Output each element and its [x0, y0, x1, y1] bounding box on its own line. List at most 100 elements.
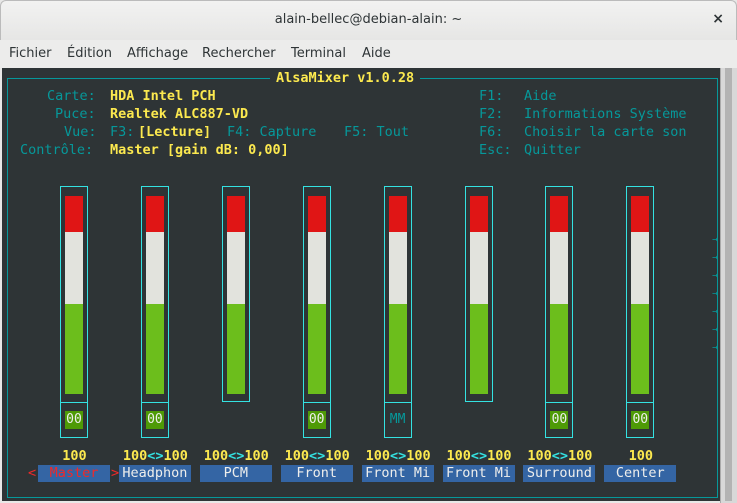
menu-fichier[interactable]: Fichier [9, 46, 52, 61]
channel-fader[interactable]: 00 [626, 186, 655, 438]
level-green-segment [469, 303, 488, 394]
scrollbar[interactable] [720, 68, 737, 503]
left-value: 100 [122, 448, 148, 464]
channel-fader[interactable] [464, 186, 493, 402]
channel-value: 100<>100 [277, 448, 358, 464]
channel-label[interactable]: Surround [523, 465, 596, 482]
left-value: 100 [365, 448, 390, 464]
channel-fader[interactable]: 00 [545, 186, 574, 438]
level-white-segment [307, 232, 326, 304]
channel-value: 100 [628, 448, 653, 464]
level-red-segment [388, 196, 407, 233]
channel-label[interactable]: Center [604, 465, 677, 482]
more-channels-arrow-icon: → [712, 288, 719, 299]
view-lecture[interactable]: [Lecture] [138, 124, 211, 140]
key-f2: F2: [479, 106, 504, 122]
left-value: 100 [203, 448, 229, 464]
channel-value: 100<>100 [519, 448, 600, 464]
carte-value: HDA Intel PCH [110, 88, 216, 104]
close-icon[interactable]: × [712, 11, 724, 27]
mute-toggle[interactable]: 00 [631, 411, 650, 429]
more-channels-arrow-icon: → [712, 342, 719, 353]
mute-toggle[interactable]: 00 [65, 411, 83, 429]
level-red-segment [65, 196, 83, 233]
right-value: 100 [568, 448, 593, 464]
selection-right-marker: > [111, 465, 120, 481]
terminal[interactable]: AlsaMixer v1.0.28 Carte: HDA Intel PCH P… [2, 68, 720, 501]
key-esc: Esc: [479, 142, 512, 158]
more-channels-arrow-icon: → [712, 324, 719, 335]
level-red-segment [631, 196, 650, 233]
channel-value: 100<>100 [358, 448, 439, 464]
level-red-segment [307, 196, 326, 233]
view-tout[interactable]: F5: Tout [344, 124, 409, 140]
view-capture[interactable]: F4: Capture [227, 124, 316, 140]
more-channels-arrow-icon: → [712, 306, 719, 317]
controle-label: Contrôle: [20, 142, 94, 158]
level-white-segment [469, 232, 488, 304]
channel-value: 100<>100 [115, 448, 196, 464]
right-value: 100 [163, 448, 188, 464]
app-title: AlsaMixer v1.0.28 [270, 70, 421, 86]
right-value: 100 [406, 448, 431, 464]
selection-left-marker: < [28, 465, 37, 481]
right-value: 100 [244, 448, 269, 464]
menu-affichage[interactable]: Affichage [127, 46, 188, 61]
fader-divider [545, 402, 574, 403]
level-red-segment [469, 196, 488, 233]
puce-label: Puce: [55, 106, 96, 122]
mute-toggle[interactable]: 00 [307, 411, 326, 429]
stereo-link-icon: <> [309, 448, 326, 464]
level-white-segment [550, 232, 569, 304]
channel-label[interactable]: PCM [199, 465, 272, 482]
f3-key[interactable]: F3: [110, 124, 134, 140]
more-channels-arrow-icon: → [712, 234, 719, 245]
stereo-link-icon: <> [551, 448, 569, 464]
menu-edition[interactable]: Édition [67, 46, 112, 61]
channel-value: 100<>100 [439, 448, 520, 464]
channel-label[interactable]: Headphon [118, 465, 191, 482]
mute-toggle[interactable]: MM [389, 411, 407, 429]
fader-divider [626, 402, 655, 403]
stereo-link-icon: <> [389, 448, 407, 464]
level-white-segment [226, 232, 245, 304]
key-f6-desc: Choisir la carte son [524, 124, 687, 140]
mute-toggle[interactable]: 00 [550, 411, 569, 429]
level-green-segment [550, 303, 569, 394]
channel-label[interactable]: Front Mi [361, 465, 434, 482]
channel-label[interactable]: Front Mi [442, 465, 515, 482]
channel-label[interactable]: Front [280, 465, 353, 482]
level-white-segment [145, 232, 164, 304]
level-red-segment [226, 196, 245, 233]
channel-fader[interactable]: MM [383, 186, 412, 438]
mute-toggle[interactable]: 00 [145, 411, 164, 429]
channel-value: 100<>100 [196, 448, 277, 464]
key-f6: F6: [479, 124, 504, 140]
key-f1-desc: Aide [524, 88, 557, 104]
level-white-segment [388, 232, 407, 304]
channel-fader[interactable] [221, 186, 250, 402]
level-white-segment [65, 232, 83, 304]
fader-divider [140, 402, 169, 403]
key-f2-desc: Informations Système [524, 106, 687, 122]
level-red-segment [550, 196, 569, 233]
stereo-link-icon: <> [147, 448, 164, 464]
key-esc-desc: Quitter [524, 142, 581, 158]
menu-bar: Fichier Édition Affichage Rechercher Ter… [0, 40, 737, 68]
window-title: alain-bellec@debian-alain: ~ [274, 12, 463, 27]
channel-fader[interactable]: 00 [302, 186, 331, 438]
menu-aide[interactable]: Aide [362, 46, 391, 61]
stereo-link-icon: <> [228, 448, 245, 464]
menu-terminal[interactable]: Terminal [291, 46, 346, 61]
channel-fader[interactable]: 00 [60, 186, 88, 438]
level-green-segment [307, 303, 326, 394]
level-green-segment [226, 303, 245, 394]
controle-value: Master [gain dB: 0,00] [110, 142, 289, 158]
channel-label[interactable]: Master [38, 465, 110, 482]
fader-divider [60, 402, 88, 403]
menu-rechercher[interactable]: Rechercher [202, 46, 276, 61]
right-value: 100 [487, 448, 512, 464]
scrollbar-thumb[interactable] [725, 68, 732, 501]
channel-fader[interactable]: 00 [140, 186, 169, 438]
more-channels-arrow-icon: → [712, 270, 719, 281]
